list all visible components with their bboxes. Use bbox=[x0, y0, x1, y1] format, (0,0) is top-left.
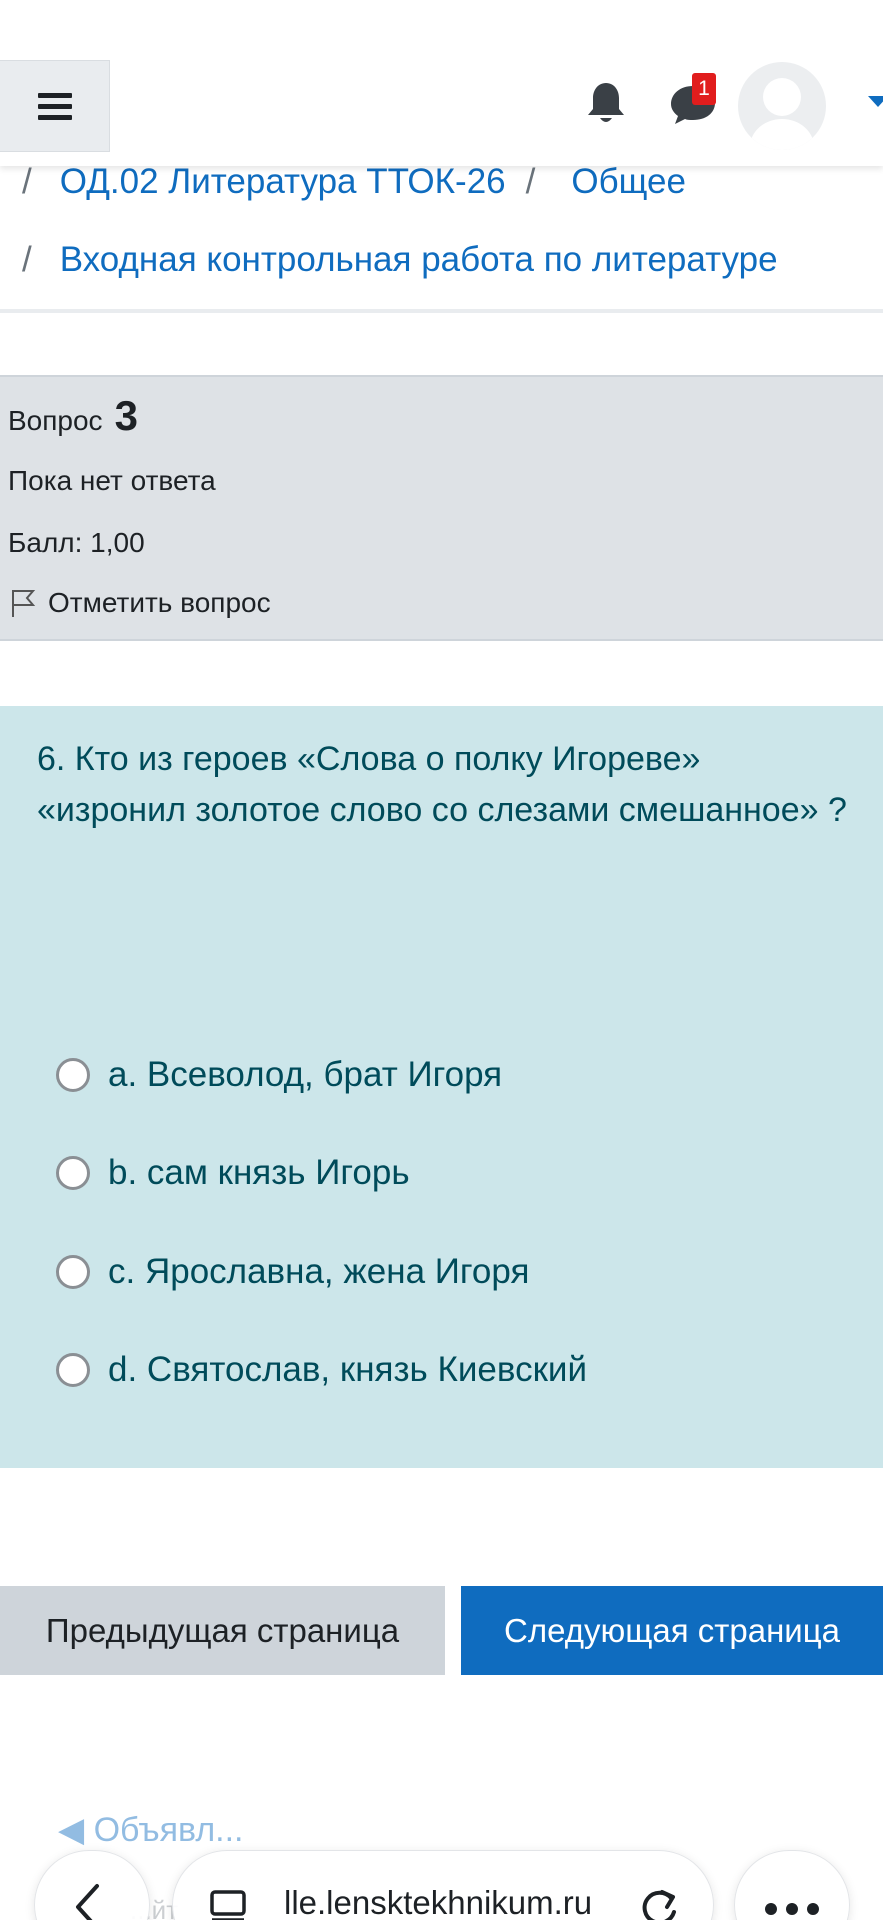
next-page-button[interactable]: Следующая страница bbox=[461, 1586, 883, 1675]
question-heading: Вопрос 3 bbox=[8, 392, 138, 440]
question-label: Вопрос bbox=[8, 405, 103, 436]
radio-button[interactable] bbox=[56, 1255, 90, 1289]
question-grade: Балл: 1,00 bbox=[8, 527, 145, 558]
breadcrumb-separator: / bbox=[22, 162, 32, 201]
more-icon[interactable] bbox=[764, 1902, 820, 1916]
previous-page-button[interactable]: Предыдущая страница bbox=[0, 1586, 445, 1675]
tabs-icon[interactable] bbox=[208, 1888, 248, 1920]
browser-toolbar: lle.lensktekhnikum.ru bbox=[0, 1830, 883, 1920]
answer-label: d. Святослав, князь Киевский bbox=[108, 1350, 587, 1389]
breadcrumb-separator: / bbox=[22, 240, 32, 279]
back-icon[interactable] bbox=[72, 1882, 102, 1920]
breadcrumb-divider bbox=[0, 309, 883, 313]
answer-label: b. сам князь Игорь bbox=[108, 1153, 410, 1192]
avatar[interactable] bbox=[738, 62, 826, 150]
question-status: Пока нет ответа bbox=[8, 465, 216, 496]
bell-icon[interactable] bbox=[584, 80, 628, 126]
breadcrumb-row-2: / Входная контрольная работа по литерату… bbox=[0, 230, 778, 290]
user-menu-caret-icon[interactable] bbox=[868, 96, 883, 107]
hamburger-icon[interactable] bbox=[0, 60, 110, 152]
radio-button[interactable] bbox=[56, 1156, 90, 1190]
radio-button[interactable] bbox=[56, 1058, 90, 1092]
reload-icon[interactable] bbox=[638, 1886, 680, 1920]
answer-option-a[interactable]: a. Всеволод, брат Игоря bbox=[56, 1045, 502, 1105]
answer-option-c[interactable]: c. Ярославна, жена Игоря bbox=[56, 1242, 529, 1302]
flag-icon bbox=[12, 590, 36, 617]
flag-question-label: Отметить вопрос bbox=[48, 587, 271, 618]
answer-option-b[interactable]: b. сам князь Игорь bbox=[56, 1143, 410, 1203]
breadcrumb-course-link[interactable]: ОД.02 Литература ТТОК-26 bbox=[60, 162, 506, 202]
question-info-panel: Вопрос 3 Пока нет ответа Балл: 1,00 Отме… bbox=[0, 375, 883, 641]
breadcrumb-quiz-link[interactable]: Входная контрольная работа по литературе bbox=[60, 240, 778, 280]
notification-badge: 1 bbox=[692, 73, 716, 105]
question-text: 6. Кто из героев «Слова о полку Игореве»… bbox=[37, 740, 847, 829]
url-text[interactable]: lle.lensktekhnikum.ru bbox=[284, 1884, 592, 1920]
breadcrumb-separator: / bbox=[525, 162, 536, 201]
question-number: 3 bbox=[114, 392, 138, 439]
answer-label: c. Ярославна, жена Игоря bbox=[108, 1252, 530, 1291]
radio-button[interactable] bbox=[56, 1353, 90, 1387]
flag-question-link[interactable]: Отметить вопрос bbox=[8, 587, 271, 619]
question-content: 6. Кто из героев «Слова о полку Игореве»… bbox=[0, 706, 883, 1468]
answer-option-d[interactable]: d. Святослав, князь Киевский bbox=[56, 1340, 587, 1400]
answer-label: a. Всеволод, брат Игоря bbox=[108, 1055, 503, 1094]
top-navbar: 1 bbox=[0, 0, 883, 166]
breadcrumb-section-link[interactable]: Общее bbox=[571, 162, 686, 202]
